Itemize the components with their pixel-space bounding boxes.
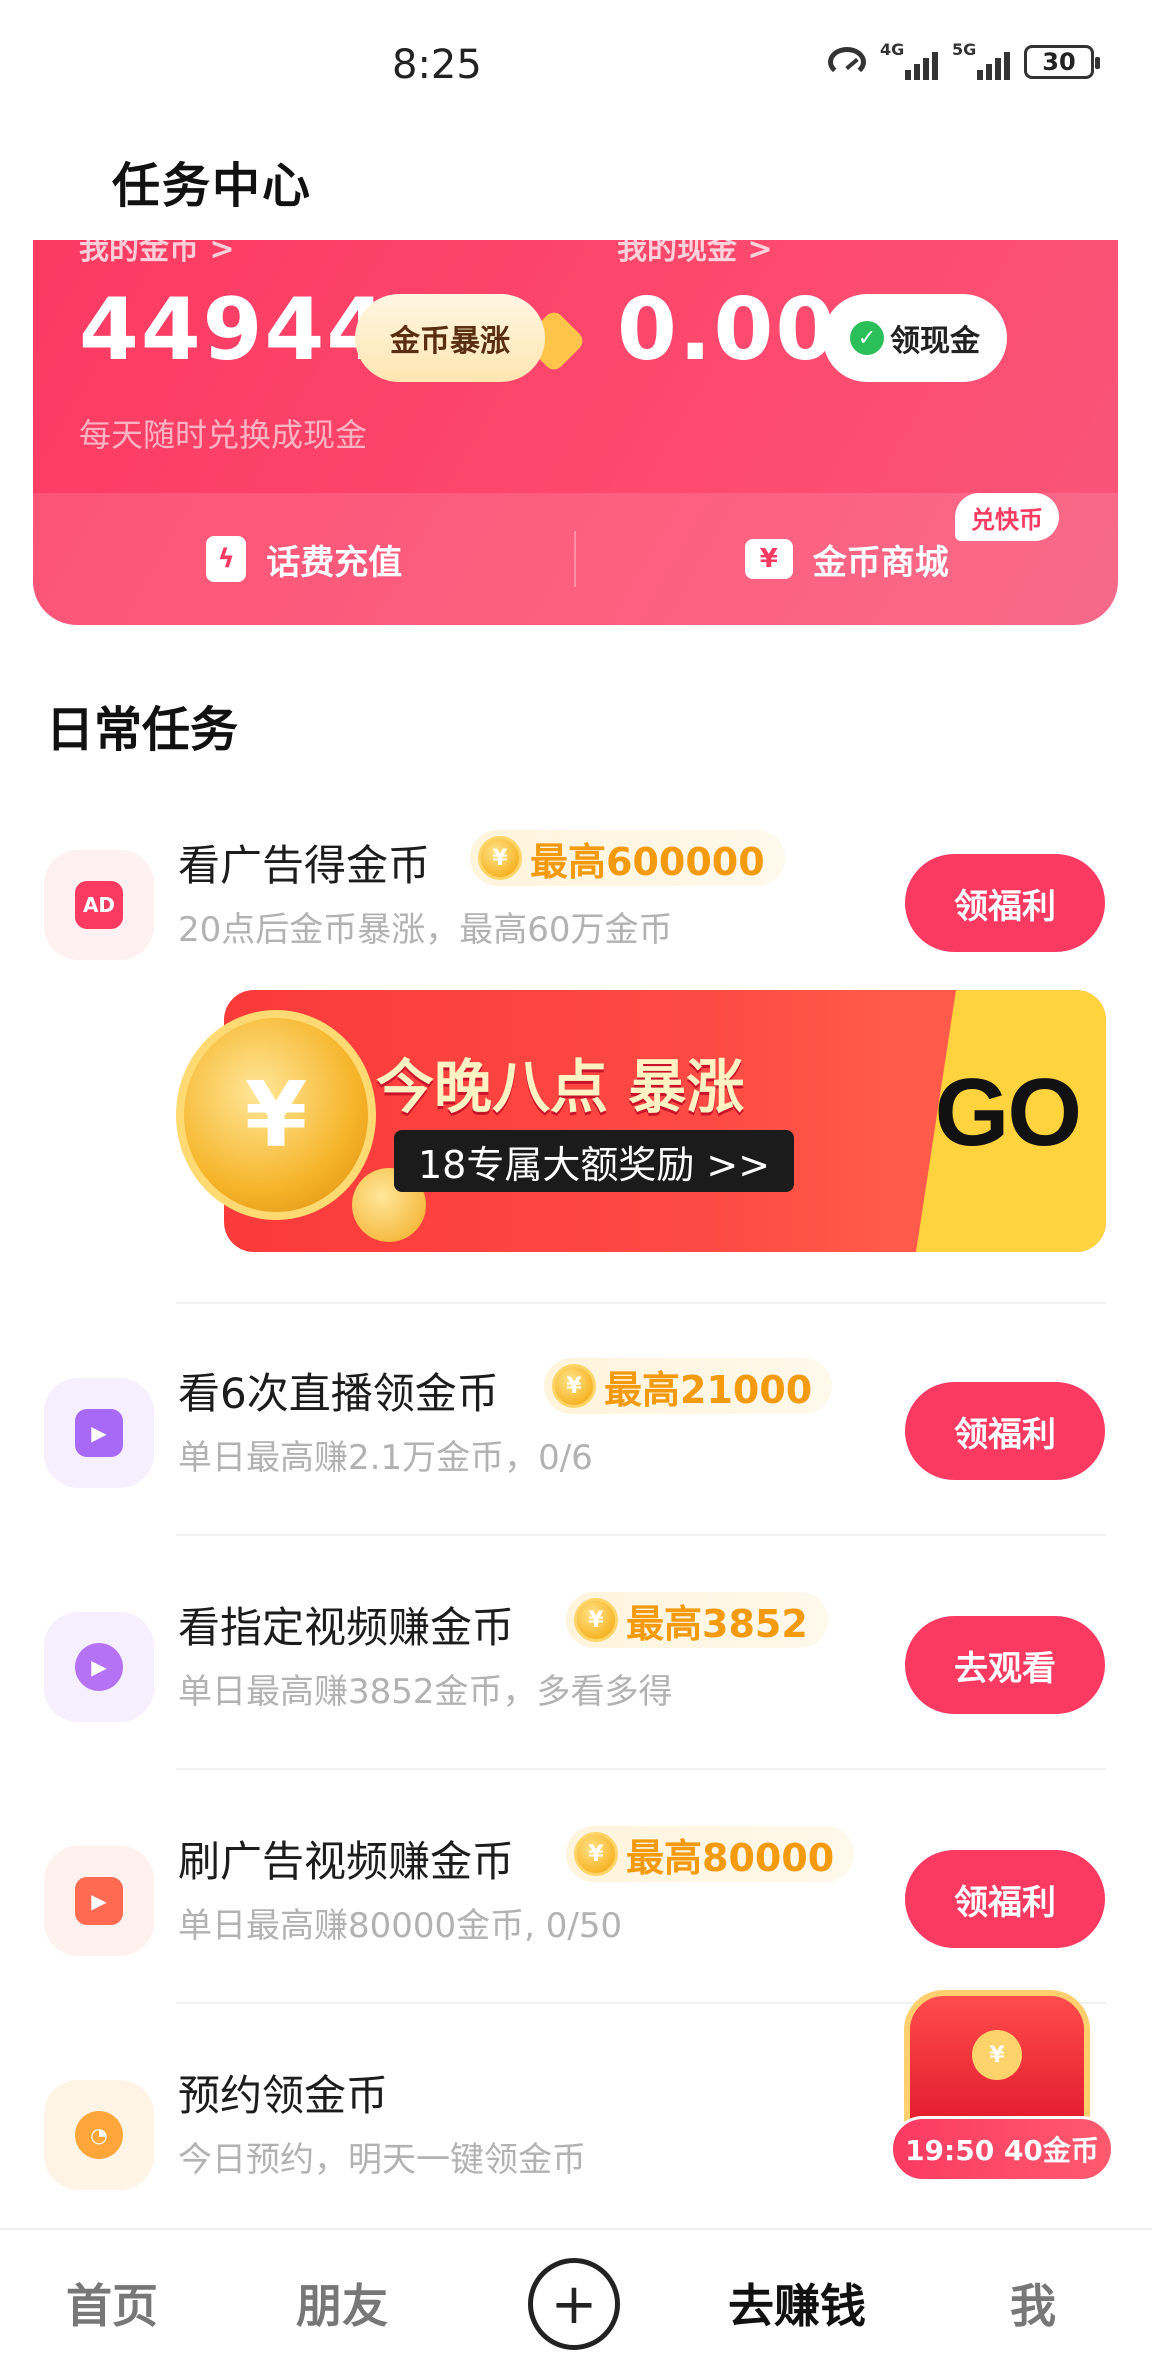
task-row: ▶ 看指定视频赚金币 ¥ 最高3852 单日最高赚3852金币，多看多得 去观看	[0, 1592, 1152, 1744]
task-reward-badge: ¥ 最高80000	[566, 1826, 855, 1882]
promo-banner[interactable]: GO ¥ 今晚八点 暴涨 18专属大额奖励 >>	[176, 990, 1106, 1252]
task-title: 看指定视频赚金币	[178, 1603, 515, 1652]
cash-balance: 0.00	[617, 280, 838, 380]
banner-go-text: GO	[934, 1059, 1082, 1166]
coin-icon: ¥	[574, 1598, 618, 1642]
clock-icon: ◔	[44, 2080, 154, 2190]
video-ad-icon: ▶	[44, 1846, 154, 1956]
claim-benefit-button[interactable]: 领福利	[905, 854, 1105, 952]
exchange-badge: 兑快币	[955, 493, 1059, 541]
task-reward-badge: ¥ 最高21000	[544, 1358, 833, 1414]
task-title: 看广告得金币	[178, 841, 431, 890]
task-reward-badge: ¥ 最高3852	[566, 1592, 828, 1648]
nav-home[interactable]: 首页	[66, 2270, 158, 2336]
divider	[176, 1768, 1106, 1770]
create-plus-icon[interactable]: +	[528, 2258, 620, 2350]
nav-me[interactable]: 我	[1010, 2270, 1056, 2336]
status-time: 8:25	[392, 42, 482, 88]
treasure-chest-widget[interactable]: ¥ 19:50 40金币	[890, 1990, 1114, 2190]
video-camera-icon: ▶	[44, 1378, 154, 1488]
phone-recharge-button[interactable]: ϟ 话费充值	[33, 493, 576, 625]
divider	[176, 1302, 1106, 1304]
claim-cash-label: 领现金	[890, 324, 980, 359]
lightning-icon: ϟ	[206, 536, 247, 582]
task-row: ▶ 看6次直播领金币 ¥ 最高21000 单日最高赚2.1万金币，0/6 领福利	[0, 1358, 1152, 1510]
yen-ticket-icon: ¥	[744, 539, 793, 579]
task-reward-badge: ¥ 最高600000	[470, 830, 785, 886]
task-subtitle: 今日预约，明天一键领金币	[178, 2140, 586, 2180]
speed-icon	[828, 47, 866, 77]
coin-surge-label: 金币暴涨	[390, 324, 510, 359]
bottom-nav: 首页 朋友 + 去赚钱 我	[0, 2228, 1152, 2376]
task-title: 看6次直播领金币	[178, 1369, 499, 1418]
chest-coin-icon: ¥	[972, 2030, 1022, 2080]
task-row: ▶ 刷广告视频赚金币 ¥ 最高80000 单日最高赚80000金币, 0/50 …	[0, 1826, 1152, 1978]
card-subtitle: 每天随时兑换成现金	[79, 416, 368, 454]
divider	[176, 1534, 1106, 1536]
coin-card: 我的金币 > 我的现金 > 44944 金币暴涨 0.00 ✓ 领现金 每天随时…	[33, 240, 1118, 625]
section-title: 日常任务	[46, 702, 239, 758]
coin-icon: ¥	[574, 1832, 618, 1876]
coins-balance: 44944	[79, 280, 389, 380]
watch-button[interactable]: 去观看	[905, 1616, 1105, 1714]
task-reward: 最高21000	[604, 1367, 813, 1412]
signal-5g-icon: 5G	[952, 40, 1010, 80]
task-subtitle: 单日最高赚80000金币, 0/50	[178, 1906, 623, 1946]
coin-icon: ¥	[552, 1364, 596, 1408]
task-reward: 最高3852	[626, 1601, 808, 1646]
task-subtitle: 单日最高赚3852金币，多看多得	[178, 1672, 673, 1712]
task-reward: 最高600000	[530, 839, 765, 884]
play-icon: ▶	[44, 1612, 154, 1722]
banner-reward-pill: 18专属大额奖励 >>	[394, 1130, 795, 1192]
ad-icon: AD	[44, 850, 154, 960]
task-reward: 最高80000	[626, 1835, 835, 1880]
status-icons: 4G 5G 30	[828, 40, 1100, 80]
page-title: 任务中心	[112, 158, 313, 214]
task-title: 预约领金币	[178, 2071, 389, 2120]
wechat-check-icon: ✓	[850, 321, 884, 355]
nav-friends[interactable]: 朋友	[296, 2270, 388, 2336]
task-title: 刷广告视频赚金币	[178, 1837, 515, 1886]
battery-icon: 30	[1024, 45, 1100, 79]
gold-coin-icon: ¥	[176, 1010, 376, 1220]
my-cash-link[interactable]: 我的现金 >	[617, 240, 773, 268]
task-subtitle: 20点后金币暴涨，最高60万金币	[178, 910, 673, 950]
task-row: AD 看广告得金币 ¥ 最高600000 20点后金币暴涨，最高60万金币 领福…	[0, 830, 1152, 982]
banner-title: 今晚八点 暴涨	[376, 1053, 745, 1121]
coin-card-top: 我的金币 > 我的现金 > 44944 金币暴涨 0.00 ✓ 领现金 每天随时…	[33, 240, 1118, 493]
claim-benefit-button[interactable]: 领福利	[905, 1382, 1105, 1480]
chest-timer-label: 19:50 40金币	[890, 2116, 1114, 2182]
nav-earn[interactable]: 去赚钱	[728, 2270, 866, 2336]
coin-surge-button[interactable]: 金币暴涨	[355, 294, 545, 382]
phone-recharge-label: 话费充值	[266, 542, 403, 583]
my-coins-link[interactable]: 我的金币 >	[79, 240, 235, 268]
signal-4g-icon: 4G	[880, 40, 938, 80]
claim-cash-button[interactable]: ✓ 领现金	[823, 294, 1007, 382]
status-bar: 8:25 4G 5G 30	[0, 0, 1152, 130]
claim-benefit-button[interactable]: 领福利	[905, 1850, 1105, 1948]
coin-icon: ¥	[478, 836, 522, 880]
task-subtitle: 单日最高赚2.1万金币，0/6	[178, 1438, 593, 1478]
coin-store-label: 金币商城	[812, 542, 949, 583]
